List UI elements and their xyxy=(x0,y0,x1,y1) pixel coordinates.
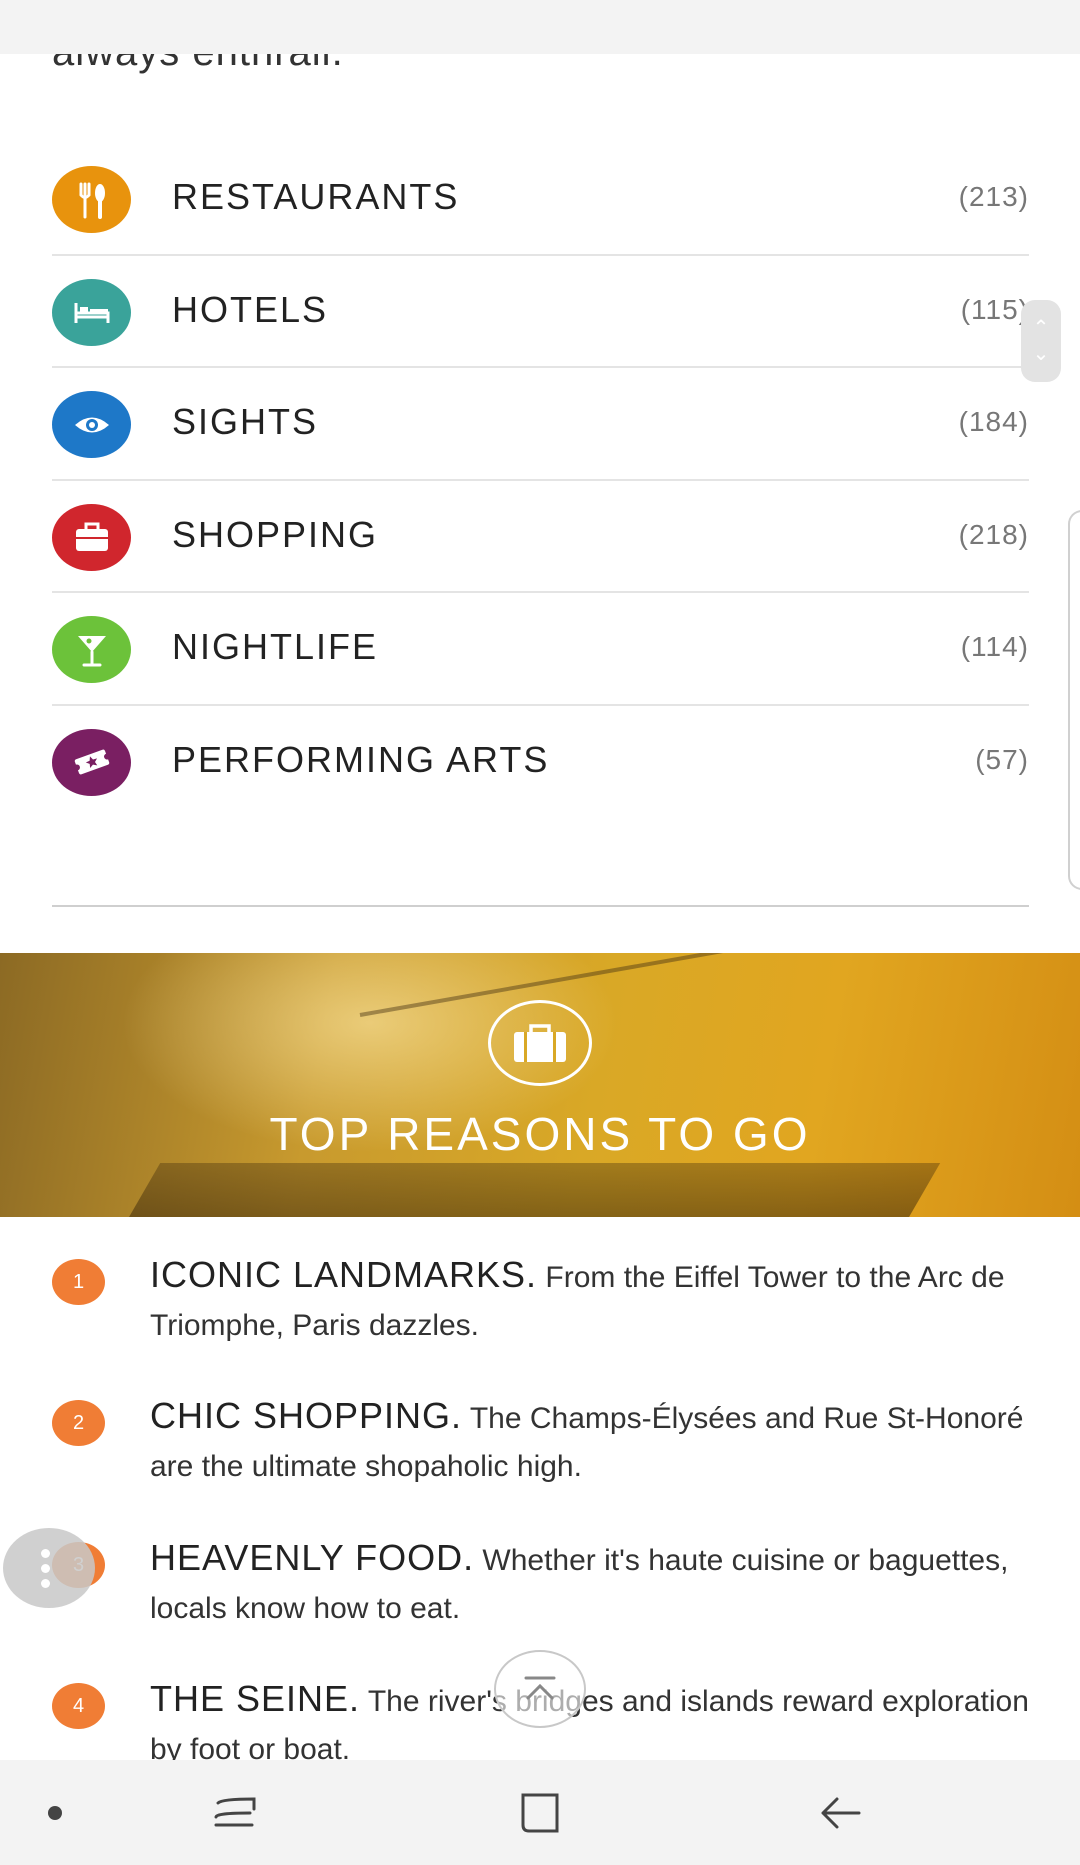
eye-icon xyxy=(52,391,131,458)
more-vertical-icon xyxy=(41,1548,50,1588)
category-row-restaurants[interactable]: RESTAURANTS (213) xyxy=(52,143,1029,256)
category-label: NIGHTLIFE xyxy=(172,626,379,667)
reason-number-badge: 4 xyxy=(52,1683,105,1729)
category-count: (57) xyxy=(975,743,1029,775)
reason-heading: THE SEINE. xyxy=(150,1678,361,1719)
scroll-to-top-button[interactable] xyxy=(494,1650,586,1728)
briefcase-icon xyxy=(52,503,131,571)
ticket-icon xyxy=(52,728,131,796)
reason-heading: CHIC SHOPPING. xyxy=(150,1395,463,1436)
fast-scroll-handle[interactable]: ⌃ ⌄ xyxy=(1021,300,1061,382)
back-icon[interactable] xyxy=(805,1760,875,1865)
suitcase-icon xyxy=(488,1000,592,1086)
chevron-down-icon: ⌄ xyxy=(1032,343,1050,365)
category-count: (218) xyxy=(958,518,1029,550)
edge-panel-handle[interactable] xyxy=(1068,510,1080,890)
category-row-hotels[interactable]: HOTELS (115) xyxy=(52,256,1029,368)
floating-menu-button[interactable] xyxy=(3,1528,95,1608)
recents-icon[interactable] xyxy=(200,1760,270,1865)
cocktail-icon xyxy=(52,616,131,683)
reason-heading: HEAVENLY FOOD. xyxy=(150,1537,475,1578)
banner-decor xyxy=(119,1163,941,1217)
category-row-shopping[interactable]: SHOPPING (218) xyxy=(52,481,1029,593)
home-icon[interactable] xyxy=(505,1760,575,1865)
dot-icon[interactable] xyxy=(30,1760,80,1865)
category-count: (213) xyxy=(958,181,1029,212)
section-divider xyxy=(52,905,1029,907)
reason-number-badge: 1 xyxy=(52,1259,105,1305)
category-row-nightlife[interactable]: NIGHTLIFE (114) xyxy=(52,593,1029,706)
category-label: SIGHTS xyxy=(172,401,319,442)
category-row-sights[interactable]: SIGHTS (184) xyxy=(52,368,1029,481)
reason-text: ICONIC LANDMARKS. From the Eiffel Tower … xyxy=(150,1251,1030,1350)
chevron-up-icon: ⌃ xyxy=(1032,317,1050,339)
category-count: (114) xyxy=(960,631,1029,662)
system-nav-bar xyxy=(0,1760,1080,1865)
category-count: (115) xyxy=(960,293,1029,325)
category-list: RESTAURANTS (213) HOTELS (115) SIGHTS (1… xyxy=(52,143,1029,818)
reason-text: CHIC SHOPPING. The Champs-Élysées and Ru… xyxy=(150,1392,1030,1491)
category-label: PERFORMING ARTS xyxy=(172,738,550,780)
category-count: (184) xyxy=(958,406,1029,437)
category-label: RESTAURANTS xyxy=(172,176,460,217)
category-row-performing-arts[interactable]: PERFORMING ARTS (57) xyxy=(52,706,1029,819)
reason-heading: ICONIC LANDMARKS. xyxy=(150,1254,538,1295)
reason-text: HEAVENLY FOOD. Whether it's haute cuisin… xyxy=(150,1534,1030,1633)
banner-title: TOP REASONS TO GO xyxy=(269,1108,811,1160)
category-label: SHOPPING xyxy=(172,513,379,555)
bed-icon xyxy=(52,278,131,346)
status-bar-overlay xyxy=(0,0,1080,54)
reason-number-badge: 2 xyxy=(52,1400,105,1446)
category-label: HOTELS xyxy=(172,288,329,330)
scroll-top-icon xyxy=(524,1676,556,1700)
fork-knife-icon xyxy=(52,166,131,233)
